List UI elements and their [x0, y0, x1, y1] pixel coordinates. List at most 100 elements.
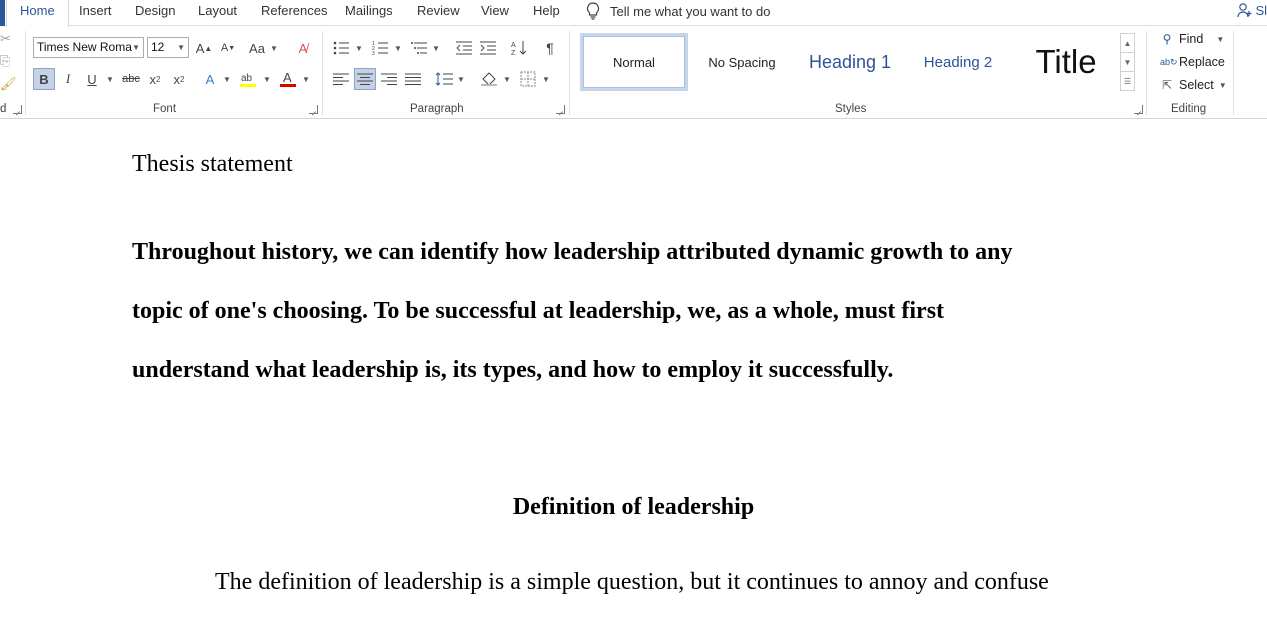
justify-icon[interactable] [402, 68, 424, 90]
select-label: Select [1179, 78, 1214, 92]
styles-group-label: Styles [835, 103, 867, 115]
share-button[interactable]: Sl [1237, 2, 1267, 18]
chevron-down-icon[interactable]: ▼ [270, 44, 278, 53]
line-spacing-icon[interactable] [433, 68, 455, 90]
styles-launcher-icon[interactable] [1134, 105, 1143, 114]
chevron-down-icon[interactable]: ▼ [355, 44, 363, 53]
show-formatting-marks-icon[interactable]: ¶ [539, 37, 561, 59]
select-button[interactable]: ⇱ Select ▼ [1160, 78, 1227, 92]
copy-icon[interactable]: ⎘ [0, 53, 18, 71]
group-separator [1233, 31, 1234, 115]
replace-button[interactable]: ab↻ Replace [1160, 55, 1225, 69]
clear-formatting-icon[interactable]: A̸ [292, 37, 314, 59]
superscript-button[interactable]: x2 [168, 68, 190, 90]
align-center-icon[interactable] [354, 68, 376, 90]
cursor-arrow-icon: ⇱ [1161, 78, 1173, 92]
ribbon-home: ✂ ⎘ 🖌 d Times New Roma ▼ 12 ▼ A ▲ A ▼ Aa ▼… [0, 27, 1267, 119]
chevron-down-icon[interactable]: ▼ [394, 44, 402, 53]
clipboard-launcher-icon[interactable] [13, 105, 22, 114]
bold-button[interactable]: B [33, 68, 55, 90]
chevron-down-icon: ▼ [1216, 34, 1225, 44]
chevron-down-icon[interactable]: ▼ [106, 75, 114, 84]
font-size-combo[interactable]: 12 ▼ [147, 37, 189, 58]
borders-icon[interactable] [517, 68, 539, 90]
document-page[interactable]: Thesis statement Throughout history, we … [0, 119, 1267, 620]
gallery-down-icon[interactable]: ▼ [1121, 53, 1134, 72]
styles-gallery-scroller: ▲ ▼ ☰ [1120, 33, 1135, 91]
format-painter-icon[interactable]: 🖌 [0, 76, 18, 94]
chevron-down-icon[interactable]: ▼ [302, 75, 310, 84]
thesis-paragraph: Throughout history, we can identify how … [132, 223, 1092, 400]
subscript-button[interactable]: x2 [144, 68, 166, 90]
decrease-indent-icon[interactable] [453, 37, 475, 59]
group-separator [25, 31, 26, 115]
change-case-icon[interactable]: Aa [246, 37, 268, 59]
tab-home[interactable]: Home [6, 0, 69, 27]
style-normal[interactable]: Normal [580, 33, 688, 91]
window-accent-edge [0, 0, 5, 26]
tab-insert[interactable]: Insert [79, 0, 112, 26]
group-separator [322, 31, 323, 115]
strikethrough-button[interactable]: abc [120, 68, 142, 90]
chevron-down-icon[interactable]: ▼ [503, 75, 511, 84]
person-add-icon [1237, 3, 1252, 18]
group-separator [569, 31, 570, 115]
find-button[interactable]: ⚲ Find ▼ [1160, 32, 1225, 46]
font-size-value: 12 [151, 40, 165, 54]
svg-text:3: 3 [372, 51, 375, 55]
tab-references[interactable]: References [261, 0, 327, 26]
font-color-icon[interactable]: A [277, 68, 299, 90]
svg-text:A: A [283, 70, 292, 85]
chevron-down-icon: ▼ [132, 43, 140, 52]
font-launcher-icon[interactable] [309, 105, 318, 114]
shrink-font-icon[interactable]: A ▼ [217, 37, 239, 59]
style-no-spacing[interactable]: No Spacing [690, 33, 794, 91]
chevron-down-icon[interactable]: ▼ [542, 75, 550, 84]
tab-layout[interactable]: Layout [198, 0, 237, 26]
style-heading-2[interactable]: Heading 2 [906, 33, 1010, 91]
increase-indent-icon[interactable] [477, 37, 499, 59]
numbering-icon[interactable]: 123 [369, 37, 391, 59]
align-left-icon[interactable] [330, 68, 352, 90]
svg-text:A: A [511, 42, 516, 49]
gallery-up-icon[interactable]: ▲ [1121, 34, 1134, 53]
style-heading-1[interactable]: Heading 1 [796, 33, 904, 91]
thesis-line: Throughout history, we can identify how … [132, 239, 1013, 265]
body-paragraph: The definition of leadership is a simple… [215, 569, 1049, 595]
highlight-color-icon[interactable]: ab [237, 68, 259, 90]
cut-icon[interactable]: ✂ [0, 31, 18, 49]
chevron-down-icon[interactable]: ▼ [223, 75, 231, 84]
bullets-icon[interactable] [330, 37, 352, 59]
ribbon-tab-bar: Home Insert Design Layout References Mai… [0, 0, 1267, 27]
multilevel-list-icon[interactable] [408, 37, 430, 59]
sort-icon[interactable]: AZ [508, 37, 530, 59]
editing-group-label: Editing [1171, 103, 1207, 115]
tab-design[interactable]: Design [135, 0, 175, 26]
tab-view[interactable]: View [481, 0, 509, 26]
style-title[interactable]: Title [1012, 33, 1120, 91]
lightbulb-icon [587, 2, 599, 20]
chevron-down-icon[interactable]: ▼ [263, 75, 271, 84]
clipboard-group-label: d [0, 103, 7, 115]
share-label: Sl [1255, 2, 1267, 18]
align-right-icon[interactable] [378, 68, 400, 90]
thesis-line: topic of one's choosing. To be successfu… [132, 298, 945, 324]
italic-button[interactable]: I [57, 68, 79, 90]
group-separator [1146, 31, 1147, 115]
grow-font-icon[interactable]: A ▲ [193, 37, 215, 59]
svg-text:Z: Z [511, 50, 516, 56]
paragraph-group-label: Paragraph [410, 103, 464, 115]
text-effects-icon[interactable]: A [199, 68, 221, 90]
gallery-more-icon[interactable]: ☰ [1121, 72, 1134, 91]
tell-me-search[interactable]: Tell me what you want to do [586, 0, 770, 22]
find-icon: ⚲ [1162, 32, 1172, 46]
tab-review[interactable]: Review [417, 0, 460, 26]
tab-help[interactable]: Help [533, 0, 560, 26]
shading-icon[interactable] [478, 68, 500, 90]
paragraph-launcher-icon[interactable] [556, 105, 565, 114]
tab-mailings[interactable]: Mailings [345, 0, 393, 26]
chevron-down-icon[interactable]: ▼ [457, 75, 465, 84]
underline-button[interactable]: U [81, 68, 103, 90]
font-name-combo[interactable]: Times New Roma ▼ [33, 37, 144, 58]
chevron-down-icon[interactable]: ▼ [432, 44, 440, 53]
